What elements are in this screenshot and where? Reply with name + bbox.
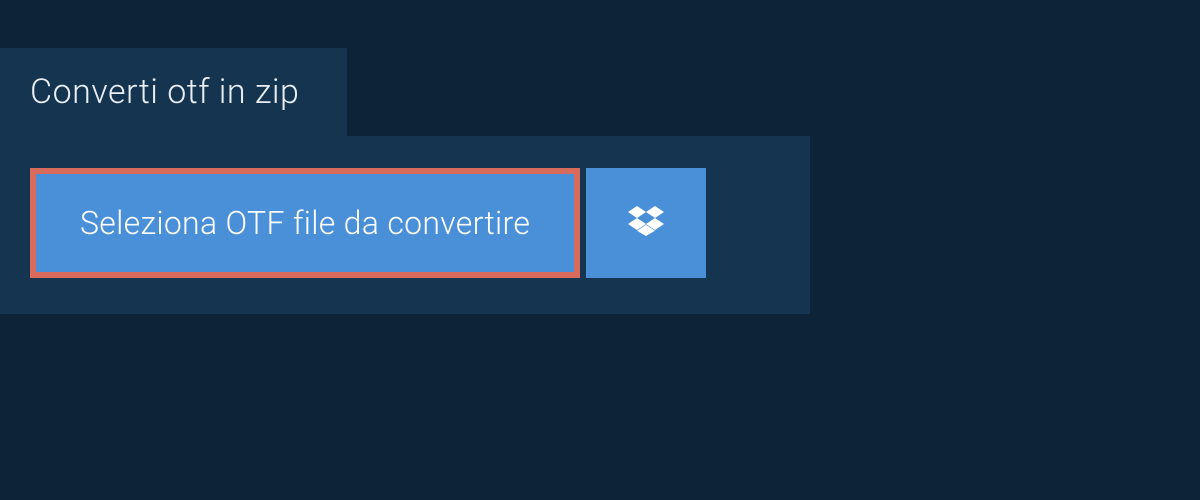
dropbox-icon xyxy=(628,203,664,243)
dropbox-button[interactable] xyxy=(586,168,706,278)
tab-header: Converti otf in zip xyxy=(0,48,347,136)
action-panel: Seleziona OTF file da convertire xyxy=(0,136,810,314)
page-title: Converti otf in zip xyxy=(30,72,299,112)
select-file-label: Seleziona OTF file da convertire xyxy=(80,204,530,242)
button-row: Seleziona OTF file da convertire xyxy=(30,168,780,278)
converter-container: Converti otf in zip Seleziona OTF file d… xyxy=(0,0,1200,314)
select-file-button[interactable]: Seleziona OTF file da convertire xyxy=(30,168,580,278)
